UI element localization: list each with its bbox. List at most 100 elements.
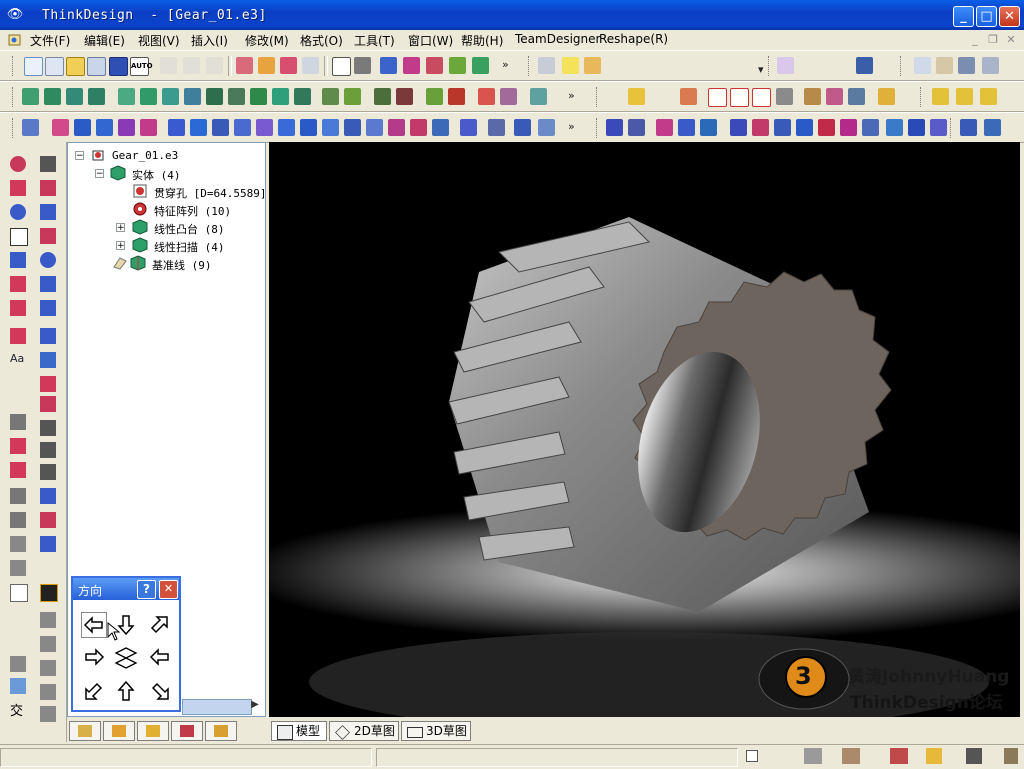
shell-icon[interactable] [184,88,201,105]
redo-icon[interactable] [183,57,200,74]
tab-bulb-tree[interactable] [69,721,101,741]
status-pencil-icon[interactable] [804,748,822,764]
fillet-icon[interactable] [140,88,157,105]
wand-icon[interactable] [878,88,895,105]
surface-icon-9[interactable] [212,119,229,136]
surface-icon-21[interactable] [488,119,505,136]
curve-icon-6[interactable] [730,119,747,136]
view-tool-icon-c[interactable] [10,656,26,672]
app-eye-icon[interactable]: 👁 [6,7,24,23]
tab-print[interactable] [171,721,203,741]
curve-icon-1[interactable] [606,119,623,136]
title-bar[interactable]: 👁 ThinkDesign - [Gear_01.e3] _ □ ✕ [0,0,1024,30]
surface-tool-icon[interactable] [40,352,56,368]
curve-icon-15[interactable] [930,119,947,136]
combine-icon[interactable] [344,88,361,105]
curve-icon-7[interactable] [752,119,769,136]
move-point-icon[interactable] [10,512,26,528]
list-icon[interactable] [936,57,953,74]
status-brush-icon[interactable] [842,748,860,764]
view-tool-icon-a[interactable] [40,612,56,628]
frame-icon-1[interactable] [708,88,727,107]
curve-icon-16[interactable] [960,119,977,136]
dialog-close-button[interactable]: ✕ [159,580,178,599]
curve-icon-9[interactable] [796,119,813,136]
menu-help[interactable]: 帮助(H) [461,32,503,49]
info-icon[interactable] [848,88,865,105]
move-icon[interactable] [500,88,517,105]
snap-icon-1[interactable] [932,88,949,105]
auto-save-icon[interactable]: AUTO [130,57,153,76]
bend-tool-icon[interactable] [40,376,56,392]
pattern-icon[interactable] [374,88,391,105]
mdi-restore-icon[interactable]: ❐ [986,33,1000,47]
tree-root[interactable]: Gear_01.e3 [112,149,178,162]
select-filter-icon[interactable] [236,57,253,74]
divide-tool-icon[interactable] [40,464,56,480]
arrow-left-alt-icon[interactable] [147,644,173,670]
tree-solid[interactable]: 实体 (4) [132,167,181,183]
dialog-help-button[interactable]: ? [137,580,156,599]
curve-icon-8[interactable] [774,119,791,136]
text-tool-icon[interactable]: Aa [10,352,26,368]
view-tool-icon-e[interactable] [10,678,26,694]
menu-modify[interactable]: 修改(M) [245,32,289,49]
tree-collapse-root[interactable]: − [75,151,84,161]
cube-icon[interactable] [258,57,275,74]
new-template-icon[interactable] [45,57,64,76]
surface-icon-22[interactable] [514,119,531,136]
snap-tool-icon[interactable] [10,462,26,478]
paint-icon[interactable] [826,88,843,105]
menu-file[interactable]: 文件(F) [30,32,70,49]
menu-insert[interactable]: 插入(I) [191,32,228,49]
zoom-icon[interactable] [302,57,319,74]
view-tool-icon-1[interactable] [380,57,397,74]
menu-reshape[interactable]: Reshape(R) [599,32,668,46]
tree-scroll-thumb[interactable] [182,699,252,715]
surface-icon-3[interactable] [74,119,91,136]
clapper-icon[interactable] [354,57,371,74]
tree-pattern[interactable]: 特征阵列 (10) [154,203,231,219]
arrow-up-icon[interactable] [113,678,139,704]
wrap-tool-icon[interactable] [40,536,56,552]
maximize-button[interactable]: □ [976,6,997,27]
chamfer-icon[interactable] [162,88,179,105]
node-tool-icon[interactable] [40,420,56,436]
fillet-tool-icon[interactable] [10,276,26,292]
loft-icon[interactable] [88,88,105,105]
circle-tool-icon[interactable] [10,204,26,220]
boolean-icon[interactable] [322,88,339,105]
curve-icon-11[interactable] [840,119,857,136]
arrow-center-icon[interactable] [113,644,139,670]
curve-icon-10[interactable] [818,119,835,136]
spline-tool-icon[interactable] [10,156,26,172]
surface-icon-18[interactable] [410,119,427,136]
view-tool-icon-d[interactable] [40,660,56,676]
menu-edit[interactable]: 编辑(E) [84,32,125,49]
curve-icon-17[interactable] [984,119,1001,136]
capsule-tool-icon[interactable] [40,328,56,344]
status-grid-icon[interactable] [890,748,908,764]
arrow-down-right-icon[interactable] [147,678,173,704]
curve-icon-3[interactable] [656,119,673,136]
gear-model-render[interactable] [269,142,1020,717]
surface-icon-8[interactable] [190,119,207,136]
rib-icon[interactable] [228,88,245,105]
menu-tools[interactable]: 工具(T) [354,32,395,49]
offset-icon[interactable] [294,88,311,105]
direction-dialog-title-bar[interactable]: 方向 ? ✕ [73,578,179,600]
feature-icon-2[interactable] [448,88,465,105]
scissors-icon[interactable] [776,88,793,105]
arrow-down-left-icon[interactable] [81,678,107,704]
notes-icon[interactable] [914,57,931,74]
pick-tool-icon[interactable] [10,438,26,454]
grid-icon[interactable] [10,584,28,602]
status-cube-icon[interactable] [926,748,942,764]
table-icon[interactable] [332,57,351,76]
surface-icon-4[interactable] [96,119,113,136]
surface-icon-5[interactable] [118,119,135,136]
style-props-icon[interactable] [856,57,873,74]
tab-2d-sketch[interactable]: 2D草图 [329,721,399,741]
status-checkbox-icon[interactable] [746,750,758,762]
tree-sweep[interactable]: 线性扫描 (4) [154,239,225,255]
